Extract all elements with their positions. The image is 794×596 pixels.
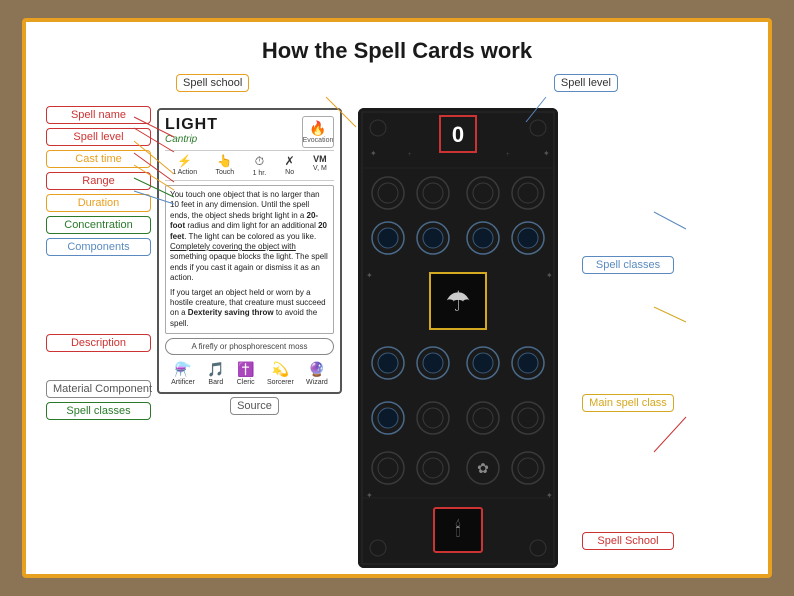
stat-duration-label: 1 hr. [253, 170, 267, 177]
svg-text:0: 0 [452, 122, 464, 147]
class-wizard-label: Wizard [306, 379, 328, 386]
class-wizard: 🔮 Wizard [306, 361, 328, 386]
stat-range-label: Touch [216, 169, 235, 176]
dark-card: 0 [358, 108, 558, 568]
label-range: Range [46, 172, 151, 190]
card-spell-name: LIGHT [165, 116, 218, 134]
label-duration: Duration [46, 194, 151, 212]
label-spell-level: Spell level [46, 128, 151, 146]
label-spell-name: Spell name [46, 106, 151, 124]
card-school-icon: 🔥 Evocation [302, 116, 334, 148]
card-material: A firefly or phosphorescent moss [165, 338, 334, 355]
right-labels: Spell classes Main spell class Spell Sch… [574, 96, 674, 568]
svg-text:✦: ✦ [546, 491, 553, 500]
card-classes: ⚗️ Artificer 🎵 Bard ✝️ Cleric 💫 Sorcerer [165, 359, 334, 386]
stat-comp-label: V, M [313, 165, 327, 172]
spell-card-wrapper: LIGHT Cantrip 🔥 Evocation ⚡ 1 Action 👆 [157, 96, 352, 568]
stat-concentration: ✗ No [285, 154, 295, 177]
label-spell-classes-left: Spell classes [46, 402, 151, 420]
dark-card-decorations: 0 [358, 108, 558, 568]
card-material-text: A firefly or phosphorescent moss [191, 342, 307, 351]
svg-text:+: + [506, 152, 510, 158]
class-artificer-label: Artificer [171, 379, 195, 386]
label-material-component: Material Component [46, 380, 151, 398]
label-cast-time: Cast time [46, 150, 151, 168]
card-description: You touch one object that is no larger t… [165, 185, 334, 334]
stat-conc-label: No [285, 169, 294, 176]
svg-text:+: + [408, 152, 412, 158]
label-concentration: Concentration [46, 216, 151, 234]
class-cleric: ✝️ Cleric [237, 361, 255, 386]
top-spell-school-label: Spell school [176, 74, 249, 92]
svg-text:✦: ✦ [546, 271, 553, 280]
class-sorcerer-label: Sorcerer [267, 379, 294, 386]
label-spell-school-right: Spell School [582, 532, 674, 550]
label-description: Description [46, 334, 151, 352]
card-school-label: Evocation [303, 137, 334, 144]
svg-text:✿: ✿ [477, 460, 489, 476]
stat-components: VM V, M [313, 154, 327, 177]
card-stats: ⚡ 1 Action 👆 Touch ⏱ 1 hr. ✗ No [165, 150, 334, 181]
spell-card: LIGHT Cantrip 🔥 Evocation ⚡ 1 Action 👆 [157, 108, 342, 394]
left-labels: Spell name Spell level Cast time Range D… [46, 96, 151, 568]
top-spell-level-label: Spell level [554, 74, 618, 92]
svg-text:✦: ✦ [366, 491, 373, 500]
svg-text:✦: ✦ [370, 149, 377, 158]
stat-range: 👆 Touch [216, 154, 235, 177]
label-main-spell-class: Main spell class [582, 394, 674, 412]
label-spell-classes-right: Spell classes [582, 256, 674, 274]
dark-card-wrapper: 0 [358, 96, 568, 568]
stat-duration: ⏱ 1 hr. [253, 154, 267, 177]
class-artificer: ⚗️ Artificer [171, 361, 195, 386]
svg-text:✦: ✦ [543, 149, 550, 158]
class-cleric-label: Cleric [237, 379, 255, 386]
stat-action: ⚡ 1 Action [172, 154, 197, 177]
svg-text:☂: ☂ [445, 286, 470, 317]
card-spell-type: Cantrip [165, 134, 218, 145]
class-bard: 🎵 Bard [207, 361, 224, 386]
card-source-label: Source [230, 397, 279, 415]
page-title: How the Spell Cards work [46, 38, 748, 64]
class-bard-label: Bard [208, 379, 223, 386]
main-container: How the Spell Cards work Spell school Sp… [22, 18, 772, 578]
svg-text:✦: ✦ [366, 271, 373, 280]
label-components: Components [46, 238, 151, 256]
class-sorcerer: 💫 Sorcerer [267, 361, 294, 386]
stat-action-label: 1 Action [172, 169, 197, 176]
svg-text:🕯: 🕯 [455, 518, 461, 541]
